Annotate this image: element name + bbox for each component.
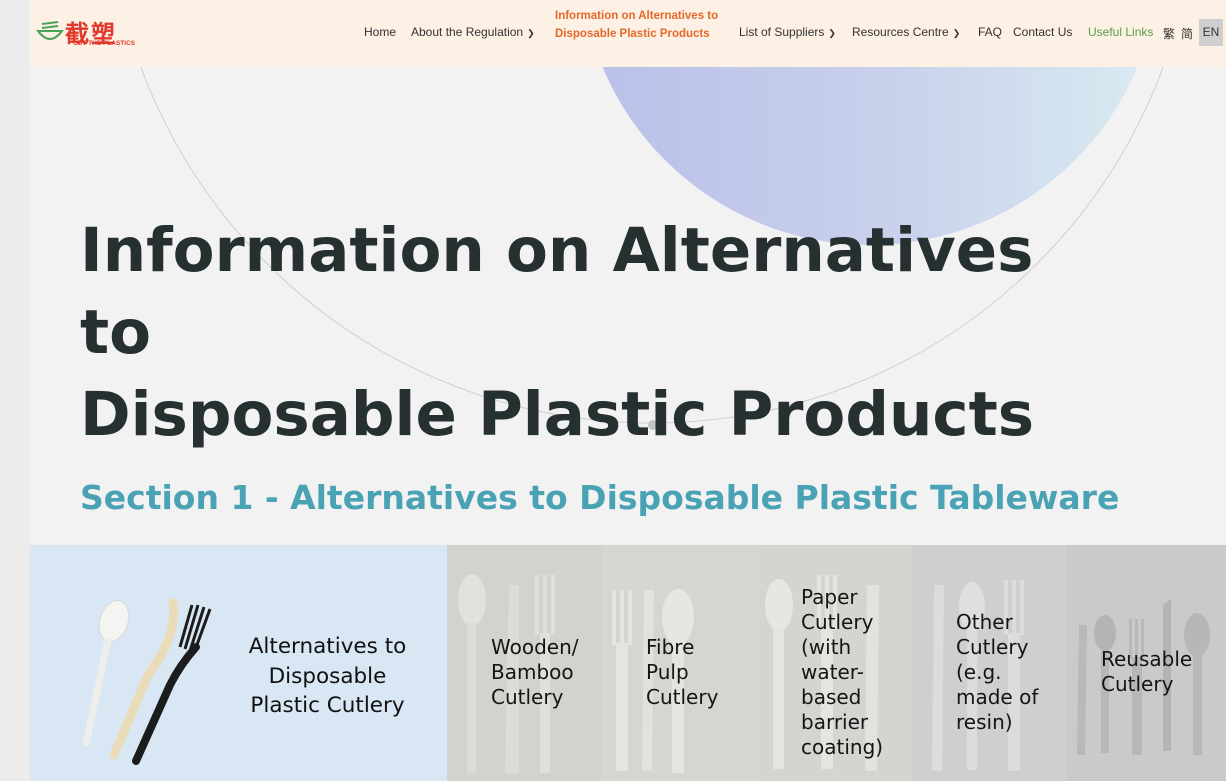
card-other-label-line5: resin) <box>956 710 1013 734</box>
section-title: Section 1 - Alternatives to Disposable P… <box>80 478 1120 517</box>
nav-about-label: About the Regulation <box>411 25 524 39</box>
chevron-down-icon: ❯ <box>828 28 836 38</box>
card-main-label-line1: Alternatives to <box>248 634 407 659</box>
card-other-label: Other Cutlery (e.g. made of resin) <box>956 610 1066 735</box>
card-paper-label-line2: Cutlery <box>801 610 874 634</box>
nav-home[interactable]: Home <box>364 25 396 39</box>
card-fibre-label-line1: Fibre <box>646 635 695 659</box>
card-other-label-line3: (e.g. <box>956 660 1002 684</box>
cutlery-icon <box>82 598 212 765</box>
site-header: 截塑 CUT THE PLASTICS Home About the Regul… <box>30 0 1226 67</box>
chevron-down-icon: ❯ <box>952 28 961 38</box>
nav-suppliers-label: List of Suppliers <box>739 25 825 39</box>
card-wooden-bamboo-cutlery[interactable]: Wooden/ Bamboo Cutlery <box>447 545 602 781</box>
card-paper-label-line4: water- <box>801 660 864 684</box>
card-wooden-label-line2: Bamboo <box>491 660 574 684</box>
card-paper-cutlery[interactable]: Paper Cutlery (with water- based barrier… <box>757 545 912 781</box>
card-reusable-cutlery[interactable]: Reusable Cutlery <box>1067 545 1226 781</box>
card-reusable-label-line1: Reusable <box>1101 647 1193 671</box>
left-gutter <box>0 0 30 781</box>
card-other-resin-cutlery[interactable]: Other Cutlery (e.g. made of resin) <box>912 545 1067 781</box>
card-reusable-label-line2: Cutlery <box>1101 672 1174 696</box>
chevron-down-icon: ❯ <box>527 28 535 38</box>
main-nav: Home About the Regulation ❯ Information o… <box>30 0 1226 67</box>
card-main-label: Alternatives to Disposable Plastic Cutle… <box>230 632 425 721</box>
card-other-label-line2: Cutlery <box>956 635 1029 659</box>
nav-active-line2: Disposable Plastic Products <box>555 28 710 40</box>
card-plastic-cutlery-alternatives[interactable]: Alternatives to Disposable Plastic Cutle… <box>30 545 447 781</box>
card-fibre-pulp-cutlery[interactable]: Fibre Pulp Cutlery <box>602 545 757 781</box>
lang-simplified[interactable]: 简 <box>1181 25 1193 42</box>
lang-traditional[interactable]: 繁 <box>1163 25 1175 42</box>
card-paper-label: Paper Cutlery (with water- based barrier… <box>801 585 911 760</box>
nav-active-line1: Information on Alternatives to <box>555 10 719 22</box>
card-main-label-line2: Disposable <box>268 663 387 689</box>
card-paper-label-line7: coating) <box>801 735 884 759</box>
nav-contact[interactable]: Contact Us <box>1013 25 1072 39</box>
nav-about-regulation[interactable]: About the Regulation ❯ <box>411 25 535 39</box>
page: 截塑 CUT THE PLASTICS Home About the Regul… <box>30 0 1226 781</box>
card-paper-label-line1: Paper <box>801 585 858 609</box>
page-title-line2: Disposable Plastic Products <box>80 379 1035 450</box>
page-title: Information on Alternatives to Disposabl… <box>80 210 1080 456</box>
lang-english[interactable]: EN <box>1199 19 1223 46</box>
nav-resources-label: Resources Centre <box>852 25 949 39</box>
card-fibre-label-line3: Cutlery <box>646 685 719 709</box>
card-main-label-line3: Plastic Cutlery <box>250 693 405 718</box>
card-other-label-line1: Other <box>956 610 1013 634</box>
nav-faq[interactable]: FAQ <box>978 25 1002 39</box>
card-fibre-label-line2: Pulp <box>646 660 689 684</box>
card-reusable-label: Reusable Cutlery <box>1101 647 1226 697</box>
nav-useful-links[interactable]: Useful Links <box>1088 25 1153 39</box>
card-wooden-label-line1: Wooden/ <box>491 635 579 659</box>
card-other-label-line4: made of <box>956 685 1039 709</box>
card-paper-label-line5: based <box>801 685 862 709</box>
card-paper-label-line3: (with <box>801 635 852 659</box>
page-title-line1: Information on Alternatives to <box>80 215 1034 368</box>
nav-alternatives-active[interactable]: Information on Alternatives to Disposabl… <box>555 8 718 43</box>
card-paper-label-line6: barrier <box>801 710 869 734</box>
nav-resources[interactable]: Resources Centre ❯ <box>852 25 960 39</box>
card-fibre-label: Fibre Pulp Cutlery <box>646 635 756 710</box>
nav-suppliers[interactable]: List of Suppliers ❯ <box>739 25 836 39</box>
card-wooden-label: Wooden/ Bamboo Cutlery <box>491 635 601 710</box>
card-wooden-label-line3: Cutlery <box>491 685 564 709</box>
cutlery-cards: Alternatives to Disposable Plastic Cutle… <box>30 545 1226 781</box>
